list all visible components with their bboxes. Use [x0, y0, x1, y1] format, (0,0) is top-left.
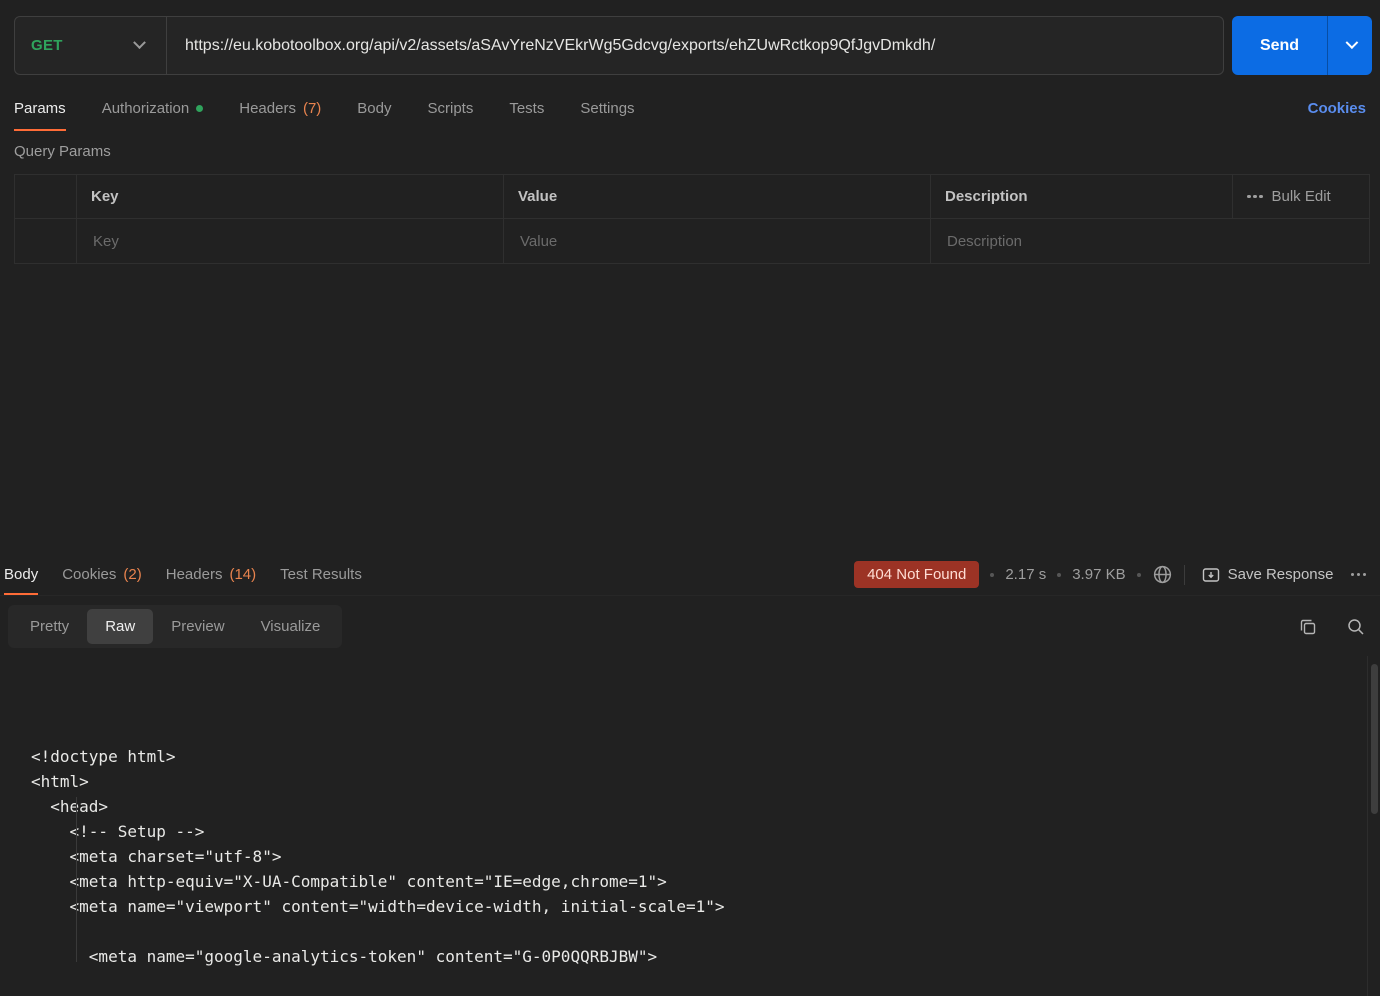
tab-scripts-label: Scripts [428, 100, 474, 117]
query-params-header-row: Key Value Description Bulk Edit [15, 175, 1369, 219]
column-header-value: Value [504, 175, 931, 218]
response-view-row: Pretty Raw Preview Visualize [0, 596, 1380, 657]
tab-scripts[interactable]: Scripts [428, 85, 474, 131]
copy-button[interactable] [1298, 617, 1318, 637]
tab-settings-label: Settings [580, 100, 634, 117]
response-size[interactable]: 3.97 KB [1072, 566, 1125, 583]
param-key-input[interactable] [91, 232, 489, 251]
tab-params-label: Params [14, 100, 66, 117]
column-header-description: Description [931, 175, 1233, 218]
network-info-button[interactable] [1152, 564, 1173, 585]
save-response-label: Save Response [1228, 566, 1334, 583]
param-description-input[interactable] [945, 232, 1355, 251]
tab-authorization-label: Authorization [102, 100, 190, 117]
cookies-link[interactable]: Cookies [1308, 100, 1366, 117]
bulk-edit-label: Bulk Edit [1272, 188, 1331, 205]
tab-response-body-label: Body [4, 566, 38, 583]
tab-headers[interactable]: Headers (7) [239, 85, 321, 131]
row-select-cell [15, 175, 77, 218]
response-cookies-count: (2) [123, 566, 141, 583]
copy-icon [1298, 617, 1318, 637]
chevron-down-icon [133, 36, 146, 49]
response-raw-text: <!doctype html> <html> <head> <!-- Setup… [0, 657, 1380, 996]
indent-guide [76, 797, 77, 962]
row-select-cell [15, 219, 77, 263]
response-tabs-row: Body Cookies (2) Headers (14) Test Resul… [0, 554, 1380, 596]
response-headers-count: (14) [229, 566, 256, 583]
status-badge[interactable]: 404 Not Found [854, 561, 979, 588]
view-raw-button[interactable]: Raw [87, 609, 153, 644]
send-button-group: Send [1232, 16, 1372, 75]
tab-response-body[interactable]: Body [4, 554, 38, 595]
bulk-edit-button[interactable]: Bulk Edit [1233, 175, 1369, 218]
view-preview-button[interactable]: Preview [153, 609, 242, 644]
send-button[interactable]: Send [1232, 16, 1327, 75]
tab-settings[interactable]: Settings [580, 85, 634, 131]
more-options-icon [1247, 195, 1263, 199]
scrollbar[interactable] [1367, 656, 1380, 996]
view-pretty-button[interactable]: Pretty [12, 609, 87, 644]
tab-response-headers-label: Headers [166, 566, 223, 583]
query-params-empty-row [15, 219, 1369, 263]
method-label: GET [31, 37, 63, 54]
url-box: GET [14, 16, 1224, 75]
response-body-panel[interactable]: <!doctype html> <html> <head> <!-- Setup… [0, 657, 1380, 996]
query-params-title: Query Params [0, 131, 1380, 174]
chevron-down-icon [1345, 36, 1358, 49]
response-view-tabs: Pretty Raw Preview Visualize [8, 605, 342, 648]
request-tabs: Params Authorization Headers (7) Body Sc… [0, 85, 1380, 131]
dot-separator [990, 573, 994, 577]
save-response-button[interactable]: Save Response [1196, 565, 1340, 585]
globe-icon [1152, 564, 1173, 585]
url-input[interactable] [167, 37, 1223, 55]
send-options-button[interactable] [1327, 16, 1372, 75]
authorization-status-dot [196, 105, 203, 112]
column-header-key: Key [77, 175, 504, 218]
empty-area [0, 264, 1380, 554]
more-options-icon[interactable] [1351, 573, 1367, 577]
tab-tests[interactable]: Tests [509, 85, 544, 131]
save-icon [1202, 566, 1220, 584]
tab-body-label: Body [357, 100, 391, 117]
tab-response-cookies[interactable]: Cookies (2) [62, 554, 142, 595]
tab-authorization[interactable]: Authorization [102, 85, 204, 131]
tab-params[interactable]: Params [14, 85, 66, 131]
scrollbar-thumb[interactable] [1371, 664, 1378, 814]
dot-separator [1057, 573, 1061, 577]
headers-count: (7) [303, 100, 321, 117]
tab-response-headers[interactable]: Headers (14) [166, 554, 256, 595]
app-window: GET Send Params Authorization Headers (7… [0, 0, 1380, 996]
view-visualize-button[interactable]: Visualize [243, 609, 339, 644]
request-url-row: GET Send [0, 0, 1380, 75]
divider [1184, 565, 1185, 585]
query-params-table: Key Value Description Bulk Edit [14, 174, 1370, 264]
response-meta: 404 Not Found 2.17 s 3.97 KB Save Respon [854, 561, 1366, 588]
tab-response-cookies-label: Cookies [62, 566, 116, 583]
tab-body[interactable]: Body [357, 85, 391, 131]
response-toolbar-icons [1298, 617, 1366, 637]
dot-separator [1137, 573, 1141, 577]
tab-test-results[interactable]: Test Results [280, 554, 362, 595]
search-button[interactable] [1346, 617, 1366, 637]
method-selector[interactable]: GET [15, 17, 166, 74]
response-time[interactable]: 2.17 s [1005, 566, 1046, 583]
tab-test-results-label: Test Results [280, 566, 362, 583]
tab-tests-label: Tests [509, 100, 544, 117]
tab-headers-label: Headers [239, 100, 296, 117]
param-value-input[interactable] [518, 232, 916, 251]
search-icon [1346, 617, 1366, 637]
